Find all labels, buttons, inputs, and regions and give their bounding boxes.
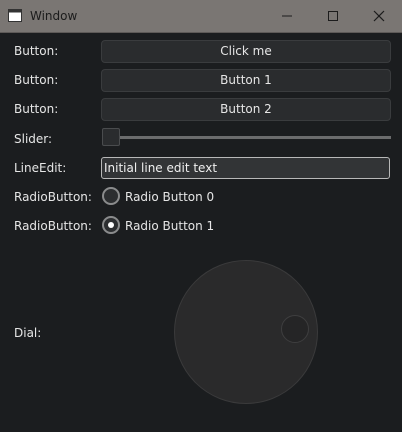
line-edit-label: LineEdit: bbox=[14, 161, 67, 175]
button-label-2: Button: bbox=[14, 102, 59, 116]
close-button[interactable] bbox=[356, 0, 402, 32]
dial-knob[interactable] bbox=[281, 315, 309, 343]
radio-button-0[interactable] bbox=[102, 187, 120, 205]
button-1[interactable]: Button 1 bbox=[101, 69, 391, 92]
maximize-icon bbox=[328, 11, 338, 21]
radio-button-1[interactable] bbox=[102, 216, 120, 234]
radio-checked-dot bbox=[108, 222, 114, 228]
radio-button-0-text[interactable]: Radio Button 0 bbox=[125, 190, 214, 204]
radio-circle bbox=[102, 187, 120, 205]
radio-label-1: RadioButton: bbox=[14, 219, 92, 233]
maximize-button[interactable] bbox=[310, 0, 356, 32]
minimize-button[interactable] bbox=[264, 0, 310, 32]
slider-groove[interactable] bbox=[102, 136, 391, 139]
dial[interactable] bbox=[174, 260, 318, 404]
minimize-icon bbox=[282, 15, 292, 17]
dial-label: Dial: bbox=[14, 326, 42, 340]
line-edit-input[interactable]: Initial line edit text bbox=[101, 157, 390, 179]
app-icon bbox=[8, 9, 22, 22]
slider-label: Slider: bbox=[14, 132, 53, 146]
title-bar[interactable]: Window bbox=[0, 0, 402, 33]
click-me-button[interactable]: Click me bbox=[101, 40, 391, 63]
slider-handle[interactable] bbox=[102, 128, 120, 146]
radio-label-0: RadioButton: bbox=[14, 190, 92, 204]
window-title: Window bbox=[30, 9, 78, 23]
radio-button-1-text[interactable]: Radio Button 1 bbox=[125, 219, 214, 233]
button-label-1: Button: bbox=[14, 73, 59, 87]
button-label-0: Button: bbox=[14, 44, 59, 58]
close-icon bbox=[373, 10, 385, 22]
button-2[interactable]: Button 2 bbox=[101, 98, 391, 121]
